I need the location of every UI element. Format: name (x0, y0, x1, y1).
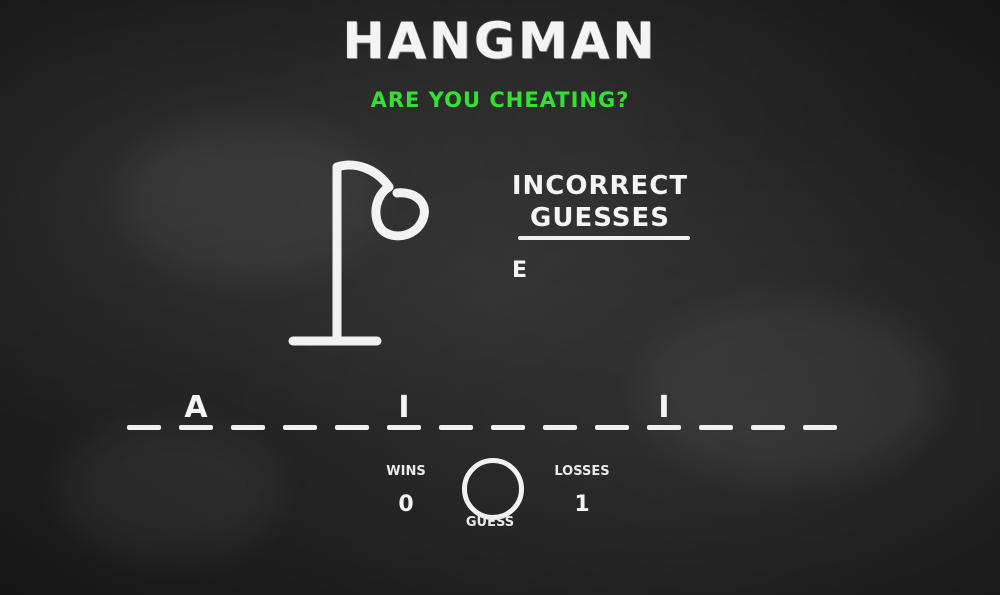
letter-slot (229, 388, 267, 436)
incorrect-letters: E (512, 258, 528, 283)
gallows-beam (332, 160, 394, 192)
guess-button[interactable] (462, 458, 524, 520)
slot-underline (231, 425, 265, 430)
slot-underline (647, 425, 681, 430)
slot-underline (179, 425, 213, 430)
letter-slot (281, 388, 319, 436)
game-title: HANGMAN (342, 12, 658, 70)
losses-label: LOSSES (554, 464, 610, 479)
slot-underline (335, 425, 369, 430)
slot-underline (699, 425, 733, 430)
slot-underline (283, 425, 317, 430)
guess-label: GUESS (465, 515, 515, 530)
gallows-drawing (288, 160, 429, 346)
slot-underline (543, 425, 577, 430)
slot-underline (491, 425, 525, 430)
slot-underline (127, 425, 161, 430)
chalkboard: HANGMAN ARE YOU CHEATING? INCORRECT GUES… (0, 0, 1000, 595)
chalk-smudge (60, 420, 280, 560)
letter-slot (489, 388, 527, 436)
wins-value: 0 (398, 492, 414, 517)
slot-letter: I (398, 390, 410, 425)
wins-label: WINS (386, 464, 426, 479)
letter-slot: I (645, 388, 683, 436)
game-subtitle: ARE YOU CHEATING? (370, 88, 630, 112)
noose-icon (371, 182, 429, 241)
letter-slot: I (385, 388, 423, 436)
chalk-smudge (640, 300, 940, 480)
slot-letter: I (658, 390, 670, 425)
letter-slot: A (177, 388, 215, 436)
letter-slot (801, 388, 839, 436)
letter-slot (333, 388, 371, 436)
letter-slot (697, 388, 735, 436)
incorrect-guesses-heading: INCORRECT GUESSES (500, 170, 700, 234)
letter-slot (541, 388, 579, 436)
incorrect-heading-line1: INCORRECT (511, 171, 689, 201)
letter-slot (125, 388, 163, 436)
letter-slot (593, 388, 631, 436)
losses-value: 1 (574, 492, 590, 517)
letter-slot (749, 388, 787, 436)
incorrect-heading-line2: GUESSES (530, 203, 670, 233)
letter-slot (437, 388, 475, 436)
slot-underline (595, 425, 629, 430)
slot-underline (751, 425, 785, 430)
incorrect-heading-underline (518, 236, 690, 240)
slot-underline (439, 425, 473, 430)
slot-underline (387, 425, 421, 430)
slot-underline (803, 425, 837, 430)
slot-letter: A (184, 390, 208, 425)
